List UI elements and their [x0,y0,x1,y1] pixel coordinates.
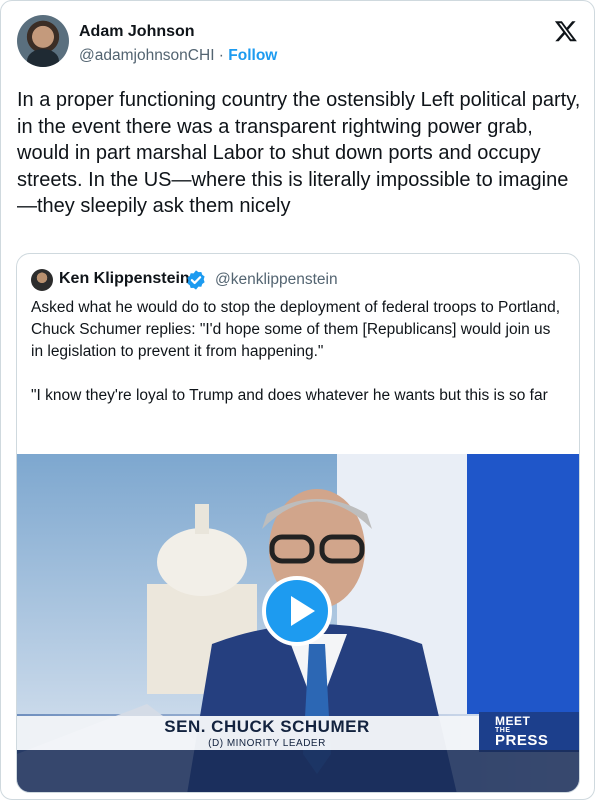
video-chyron-name: SEN. CHUCK SCHUMER [164,717,370,736]
follow-button[interactable]: Follow [228,47,277,64]
video-player[interactable]: SEN. CHUCK SCHUMER (D) MINORITY LEADER M… [17,454,579,792]
quoted-tweet[interactable]: Ken Klippenstein @kenklippenstein Asked … [16,253,580,793]
author-handle-line: @adamjohnsonCHI · Follow [79,47,277,65]
logo-line-3: PRESS [495,732,549,749]
author-name[interactable]: Adam Johnson [79,23,195,41]
quoted-author-name[interactable]: Ken Klippenstein [59,270,190,288]
logo-line-1: MEET [495,714,531,728]
separator-dot: · [214,47,229,64]
play-icon[interactable] [262,576,332,646]
tweet-text: In a proper functioning country the oste… [17,89,581,217]
x-logo-icon[interactable] [553,19,579,43]
quoted-author-avatar[interactable] [31,269,53,291]
video-chyron-subtitle: (D) MINORITY LEADER [208,738,326,749]
quoted-tweet-text: Asked what he would do to stop the deplo… [31,299,561,404]
meet-the-press-logo: MEET THE PRESS [495,714,557,749]
tweet-card: Adam Johnson @adamjohnsonCHI · Follow In… [0,0,595,800]
author-avatar[interactable] [17,15,69,67]
author-handle[interactable]: @adamjohnsonCHI [79,47,215,64]
verified-badge-icon [187,270,205,290]
quoted-author-handle[interactable]: @kenklippenstein [215,271,338,289]
